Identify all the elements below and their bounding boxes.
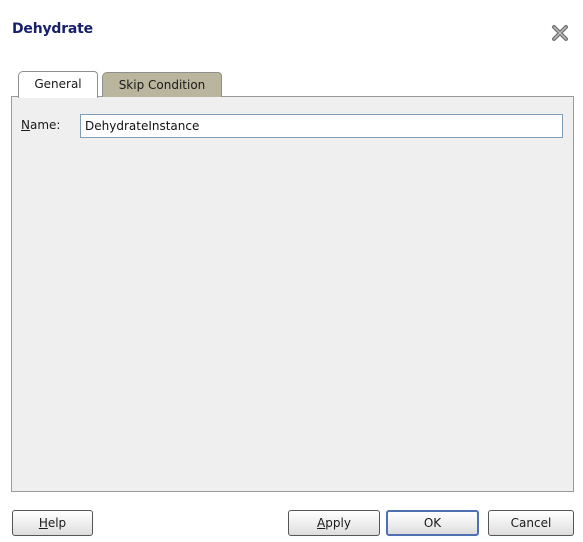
help-button[interactable]: Help xyxy=(12,510,93,536)
name-label-text: ame: xyxy=(29,118,61,132)
tab-general[interactable]: General xyxy=(18,71,98,98)
close-icon[interactable] xyxy=(551,24,569,42)
help-button-mnemonic: H xyxy=(38,516,48,530)
help-button-text: elp xyxy=(47,516,67,530)
apply-button-text: pply xyxy=(325,516,351,530)
cancel-button[interactable]: Cancel xyxy=(488,510,574,536)
name-label: Name: xyxy=(21,118,60,132)
apply-button[interactable]: Apply xyxy=(288,510,380,536)
tab-skip-condition[interactable]: Skip Condition xyxy=(102,72,222,97)
dialog-title: Dehydrate xyxy=(12,21,93,37)
name-input[interactable] xyxy=(80,114,563,138)
ok-button[interactable]: OK xyxy=(386,510,479,536)
dehydrate-dialog: Dehydrate General Skip Condition Name: H… xyxy=(0,0,583,542)
name-label-mnemonic: N xyxy=(21,118,30,132)
general-tab-panel xyxy=(11,96,574,492)
